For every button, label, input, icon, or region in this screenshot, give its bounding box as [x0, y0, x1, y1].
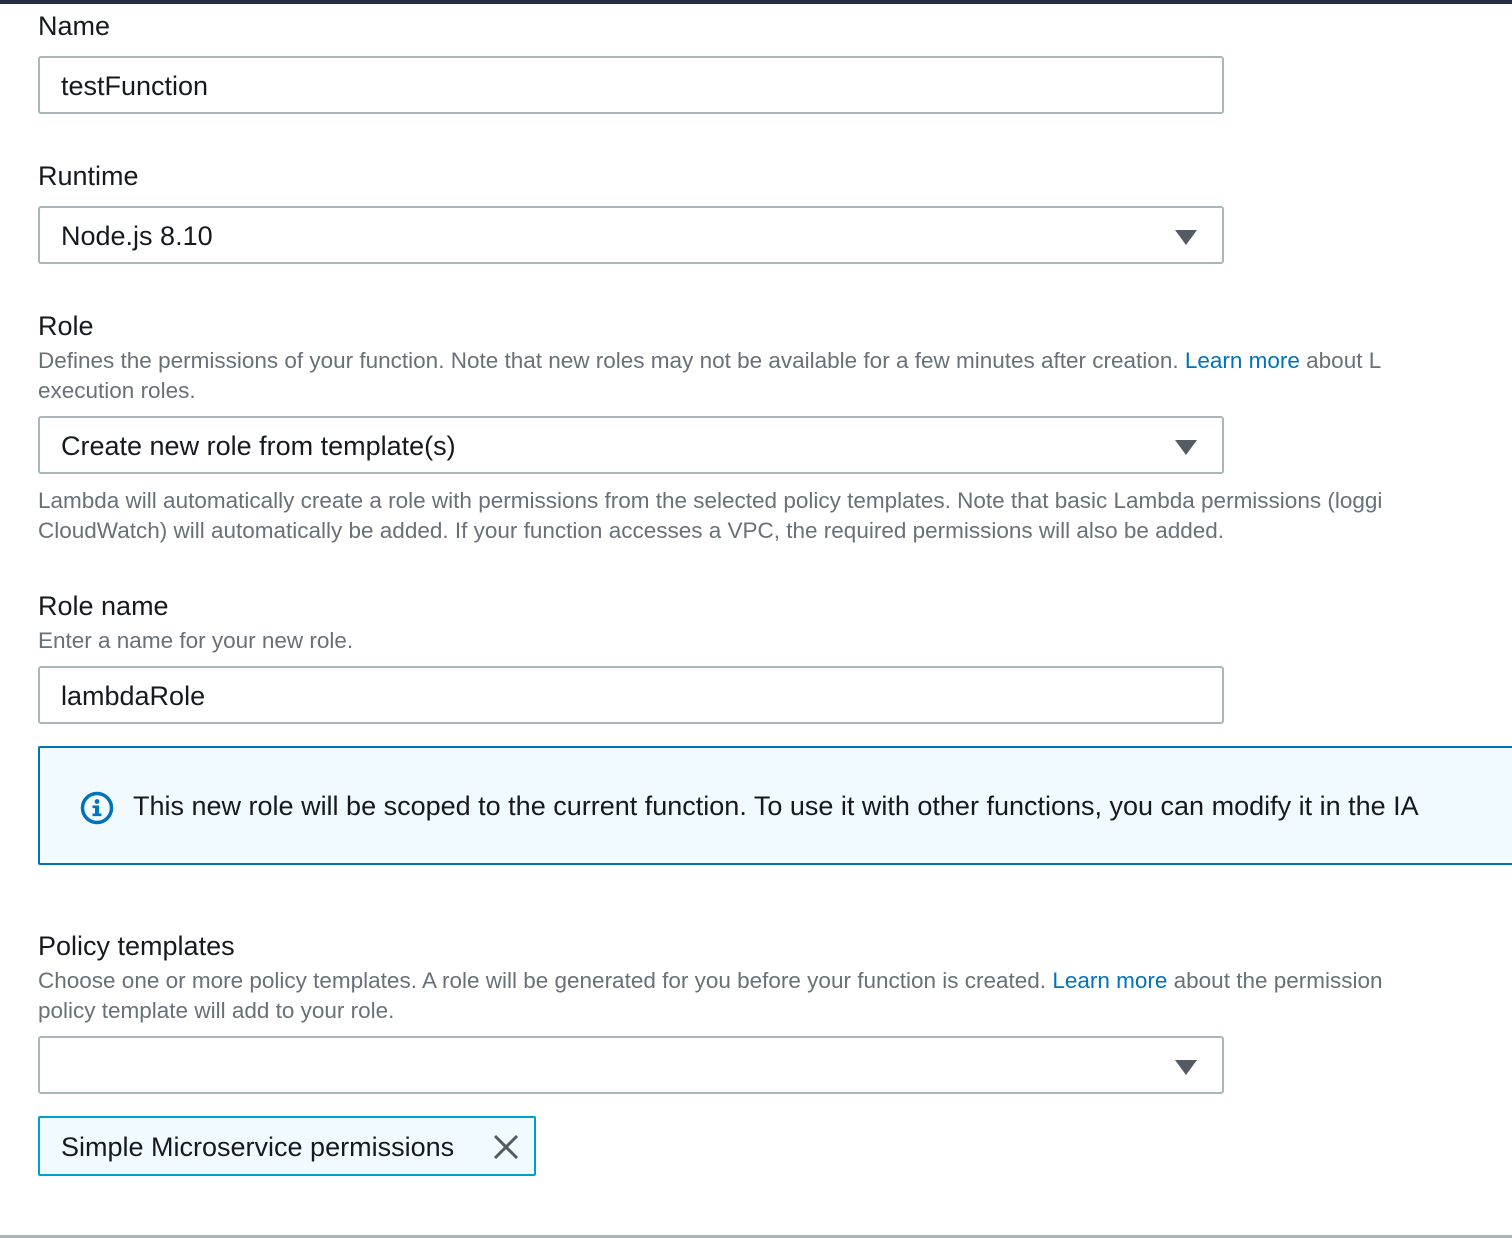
runtime-label: Runtime	[38, 161, 139, 191]
policy-token: Simple Microservice permissions	[38, 1116, 536, 1176]
role-help-line2: CloudWatch) will automatically be added.…	[38, 518, 1225, 543]
close-icon[interactable]	[492, 1133, 520, 1161]
role-name-input[interactable]: lambdaRole	[38, 666, 1224, 724]
policy-templates-description-text: Choose one or more policy templates. A r…	[38, 968, 1053, 993]
info-alert-text: This new role will be scoped to the curr…	[133, 791, 1419, 821]
top-bar	[0, 0, 1512, 4]
role-name-input-value: lambdaRole	[61, 681, 206, 711]
chevron-down-icon	[1175, 440, 1197, 455]
role-description-suffix: about L	[1299, 348, 1382, 373]
role-learn-more-link[interactable]: Learn more	[1185, 348, 1300, 373]
policy-learn-more-link[interactable]: Learn more	[1052, 968, 1167, 993]
runtime-select[interactable]: Node.js 8.10	[38, 206, 1224, 264]
chevron-down-icon	[1175, 230, 1197, 245]
name-input[interactable]: testFunction	[38, 56, 1224, 114]
policy-templates-description-line2: policy template will add to your role.	[38, 998, 395, 1023]
policy-templates-description: Choose one or more policy templates. A r…	[38, 966, 1383, 996]
policy-templates-description-suffix: about the permission	[1167, 968, 1383, 993]
role-select[interactable]: Create new role from template(s)	[38, 416, 1224, 474]
role-description-text: Defines the permissions of your function…	[38, 348, 1185, 373]
role-label: Role	[38, 311, 94, 341]
info-alert: This new role will be scoped to the curr…	[38, 746, 1512, 865]
policy-templates-select[interactable]	[38, 1036, 1224, 1094]
chevron-down-icon	[1175, 1060, 1197, 1075]
runtime-select-value: Node.js 8.10	[61, 221, 213, 251]
role-name-description: Enter a name for your new role.	[38, 628, 354, 653]
role-select-value: Create new role from template(s)	[61, 431, 456, 461]
policy-templates-label: Policy templates	[38, 931, 235, 961]
name-label: Name	[38, 11, 111, 41]
role-description-line2: execution roles.	[38, 378, 196, 403]
name-input-value: testFunction	[61, 71, 209, 101]
role-help-line1: Lambda will automatically create a role …	[38, 488, 1383, 513]
role-name-label: Role name	[38, 591, 169, 621]
policy-token-label: Simple Microservice permissions	[61, 1132, 455, 1162]
info-icon	[80, 791, 114, 825]
role-description: Defines the permissions of your function…	[38, 346, 1381, 376]
